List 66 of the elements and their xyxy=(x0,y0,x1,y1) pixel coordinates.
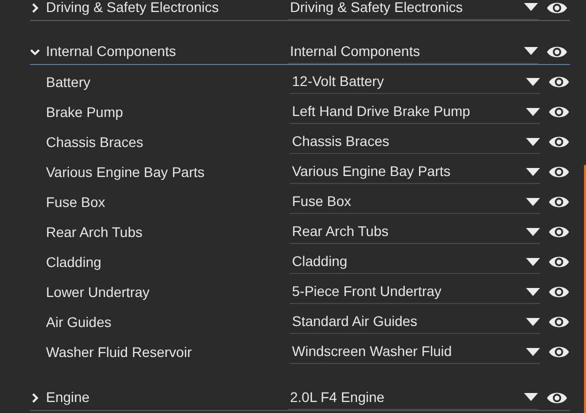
dropdown[interactable]: 12-Volt Battery xyxy=(290,70,540,94)
caret-icon xyxy=(526,138,540,146)
group-label[interactable]: Driving & Safety Electronics xyxy=(46,0,288,18)
part-label: Air Guides xyxy=(46,312,112,332)
part-label: Various Engine Bay Parts xyxy=(46,162,206,182)
dropdown[interactable]: Chassis Braces xyxy=(290,130,540,154)
chevron-down-icon[interactable] xyxy=(30,46,40,56)
caret-icon xyxy=(526,288,540,296)
part-label: Battery xyxy=(46,72,92,92)
eye-icon[interactable] xyxy=(546,0,568,16)
caret-icon xyxy=(526,78,540,86)
caret-icon xyxy=(524,47,538,55)
part-label: Lower Undertray xyxy=(46,282,150,302)
dropdown-value: Driving & Safety Electronics xyxy=(289,0,464,17)
eye-icon[interactable] xyxy=(548,254,570,270)
dropdown-value: Standard Air Guides xyxy=(291,312,418,331)
dropdown-value: Left Hand Drive Brake Pump xyxy=(291,102,472,121)
dropdown[interactable]: Internal Components xyxy=(288,40,538,64)
dropdown-value: Cladding xyxy=(291,252,348,271)
eye-icon[interactable] xyxy=(548,74,570,90)
chevron-right-icon[interactable] xyxy=(30,2,40,12)
part-label: Rear Arch Tubs xyxy=(46,222,144,242)
dropdown[interactable]: Cladding xyxy=(290,250,540,274)
caret-icon xyxy=(526,318,540,326)
part-label: Fuse Box xyxy=(46,192,106,212)
caret-icon xyxy=(526,258,540,266)
part-label: Brake Pump xyxy=(46,102,124,122)
eye-icon[interactable] xyxy=(548,344,570,360)
dropdown[interactable]: Various Engine Bay Parts xyxy=(290,160,540,184)
dropdown-value: 5-Piece Front Undertray xyxy=(291,282,442,301)
part-label: Cladding xyxy=(46,252,102,272)
caret-icon xyxy=(524,393,538,401)
group-label[interactable]: Engine xyxy=(46,387,288,408)
chevron-right-icon[interactable] xyxy=(30,392,40,402)
caret-icon xyxy=(526,198,540,206)
eye-icon[interactable] xyxy=(548,284,570,300)
dropdown-value: 12-Volt Battery xyxy=(291,72,385,91)
caret-icon xyxy=(526,348,540,356)
dropdown[interactable]: Rear Arch Tubs xyxy=(290,220,540,244)
eye-icon[interactable] xyxy=(548,194,570,210)
eye-icon[interactable] xyxy=(548,314,570,330)
dropdown-value: 2.0L F4 Engine xyxy=(289,388,386,407)
dropdown-value: Rear Arch Tubs xyxy=(291,222,390,241)
eye-icon[interactable] xyxy=(548,224,570,240)
dropdown[interactable]: Fuse Box xyxy=(290,190,540,214)
dropdown-value: Fuse Box xyxy=(291,192,352,211)
dropdown-value: Chassis Braces xyxy=(291,132,390,151)
part-label: Washer Fluid Reservoir xyxy=(46,342,193,362)
caret-icon xyxy=(526,168,540,176)
group-label[interactable]: Internal Components xyxy=(46,41,288,62)
dropdown-value: Various Engine Bay Parts xyxy=(291,162,452,181)
eye-icon[interactable] xyxy=(548,104,570,120)
dropdown[interactable]: Standard Air Guides xyxy=(290,310,540,334)
dropdown[interactable]: 2.0L F4 Engine xyxy=(288,386,538,410)
caret-icon xyxy=(526,108,540,116)
caret-icon xyxy=(524,3,538,11)
dropdown-value: Windscreen Washer Fluid xyxy=(291,342,453,361)
dropdown[interactable]: Windscreen Washer Fluid xyxy=(290,340,540,364)
caret-icon xyxy=(526,228,540,236)
dropdown-value: Internal Components xyxy=(289,42,421,61)
eye-icon[interactable] xyxy=(548,134,570,150)
part-label: Chassis Braces xyxy=(46,132,144,152)
dropdown[interactable]: Driving & Safety Electronics xyxy=(288,0,538,20)
eye-icon[interactable] xyxy=(548,164,570,180)
dropdown[interactable]: Left Hand Drive Brake Pump xyxy=(290,100,540,124)
dropdown[interactable]: 5-Piece Front Undertray xyxy=(290,280,540,304)
